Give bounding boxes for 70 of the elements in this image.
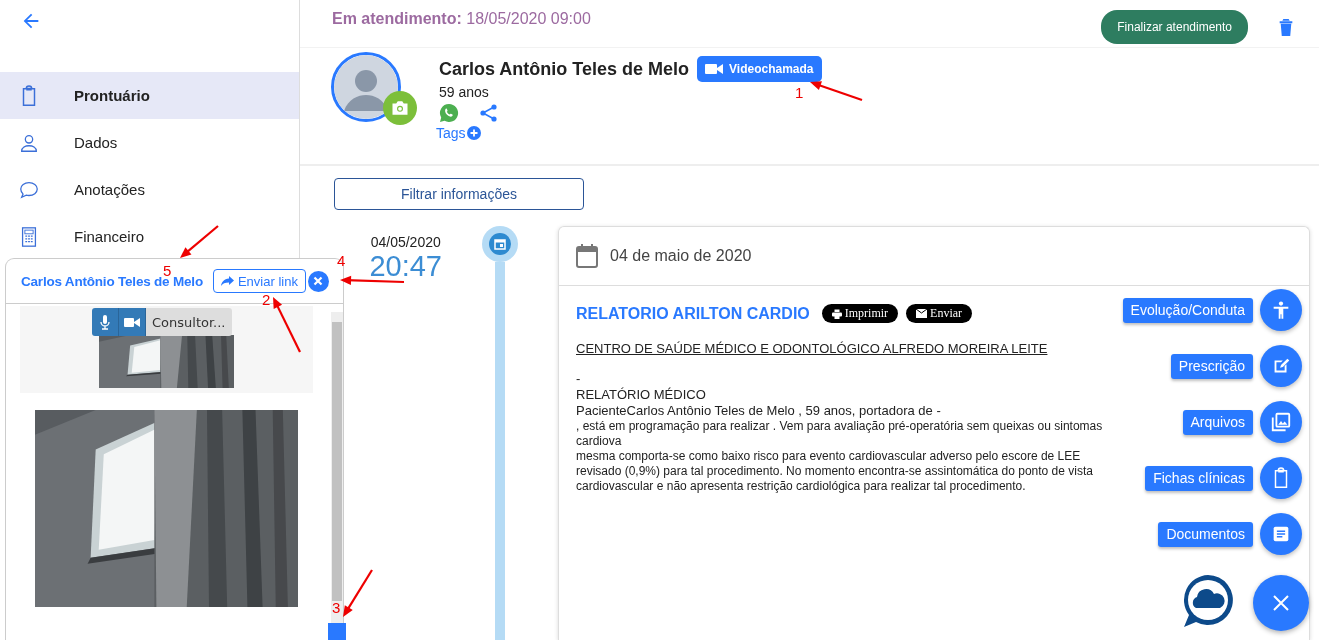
sidebar-item-label: Prontuário bbox=[74, 87, 150, 104]
annotation-arrow bbox=[340, 275, 405, 285]
calendar-icon bbox=[576, 244, 598, 268]
send-button[interactable]: Enviar bbox=[906, 304, 973, 323]
report-title: RELATORIO ARILTON CARDIO bbox=[576, 304, 810, 323]
timeline-node-icon bbox=[480, 226, 520, 262]
sidebar-item[interactable]: Anotações bbox=[0, 166, 299, 213]
microphone-button[interactable] bbox=[92, 308, 119, 336]
action-fab-button[interactable] bbox=[1260, 289, 1302, 331]
send-link-button[interactable]: Enviar link bbox=[212, 269, 306, 293]
share-icon[interactable] bbox=[479, 103, 499, 123]
whatsapp-icon[interactable] bbox=[439, 103, 459, 123]
report-text: RELATÓRIO MÉDICO bbox=[576, 387, 707, 403]
report-text: PacienteCarlos Antônio Teles de Melo , 59 anos, portadora de - bbox=[576, 403, 942, 419]
patient-name: Carlos Antônio Teles de Melo bbox=[439, 58, 690, 80]
finish-button[interactable]: Finalizar atendimento bbox=[1101, 9, 1248, 44]
plus-icon bbox=[466, 126, 481, 140]
action-label-button[interactable]: Evolução/Conduta bbox=[1122, 297, 1253, 323]
close-fab-button[interactable] bbox=[1253, 575, 1309, 631]
print-button[interactable]: Imprimir bbox=[821, 304, 899, 323]
close-icon bbox=[313, 276, 324, 286]
report-text: - bbox=[576, 371, 582, 387]
microphone-icon bbox=[100, 314, 110, 330]
trash-icon[interactable] bbox=[1278, 17, 1294, 36]
action-fab-button[interactable] bbox=[1260, 401, 1302, 443]
close-button[interactable] bbox=[307, 270, 329, 292]
status-text: Em atendimento: 18/05/2020 09:00 bbox=[332, 9, 591, 28]
camera-icon bbox=[391, 100, 409, 116]
annotation-arrow bbox=[273, 297, 301, 353]
sidebar-item-label: Financeiro bbox=[74, 228, 145, 245]
report-heading: CENTRO DE SAÚDE MÉDICO E ODONTOLÓGICO ALFREDO MOREIRA LEITE bbox=[576, 341, 1049, 357]
annotation-number: 1 bbox=[795, 85, 804, 100]
video-camera-icon bbox=[124, 316, 140, 328]
camera-toggle-button[interactable] bbox=[119, 308, 146, 336]
action-label-button[interactable]: Prescrição bbox=[1170, 353, 1253, 379]
annotation-number: 4 bbox=[337, 253, 346, 268]
card-title: 04 de maio de 2020 bbox=[610, 247, 752, 265]
sidebar-item[interactable]: Financeiro bbox=[0, 213, 299, 260]
timeline-date: 04/05/2020 bbox=[370, 234, 441, 250]
action-fab-button[interactable] bbox=[1260, 513, 1302, 555]
sidebar-item[interactable]: Prontuário bbox=[0, 72, 299, 119]
tags-button[interactable]: Tags bbox=[436, 125, 481, 141]
action-fab-button[interactable] bbox=[1260, 457, 1302, 499]
patient-age: 59 anos bbox=[439, 84, 489, 100]
images-icon bbox=[1270, 411, 1292, 433]
annotation-number: 3 bbox=[332, 600, 341, 615]
sidebar-item-label: Dados bbox=[74, 134, 118, 151]
annotation-arrow bbox=[810, 81, 863, 102]
sidebar-item[interactable]: Dados bbox=[0, 119, 299, 166]
sidebar-item-label: Anotações bbox=[74, 181, 145, 198]
annotation-arrow bbox=[180, 225, 219, 258]
close-icon bbox=[1272, 594, 1290, 612]
action-label-button[interactable]: Documentos bbox=[1158, 521, 1253, 547]
participant-name: Consultor... bbox=[146, 308, 232, 336]
camera-button[interactable] bbox=[383, 91, 417, 125]
video-call-button[interactable]: Videochamada bbox=[697, 56, 822, 82]
annotation-number: 2 bbox=[262, 292, 271, 307]
report-text: mesma comporta-se como baixo risco para evento cardiovascular adverso pelo escore de LEE revisado (0,9%) para tal procedimento. No momento encontra-se assintomática do ponto de vista cardiovascular e não apresenta restrição cardiológica para realizar tal procedimento. bbox=[576, 449, 1094, 494]
action-label-button[interactable]: Arquivos bbox=[1182, 409, 1253, 435]
printer-icon bbox=[831, 308, 842, 319]
annotation-arrow bbox=[343, 569, 373, 617]
filter-button[interactable]: Filtrar informações bbox=[334, 178, 584, 210]
action-label-button[interactable]: Fichas clínicas bbox=[1145, 465, 1253, 491]
action-fab-button[interactable] bbox=[1260, 345, 1302, 387]
envelope-icon bbox=[916, 309, 928, 318]
share-arrow-icon bbox=[220, 276, 234, 286]
video-camera-icon bbox=[705, 63, 724, 75]
scroll-marker bbox=[328, 623, 346, 640]
timeline-time: 20:47 bbox=[369, 250, 442, 283]
scrollbar[interactable] bbox=[331, 312, 343, 623]
